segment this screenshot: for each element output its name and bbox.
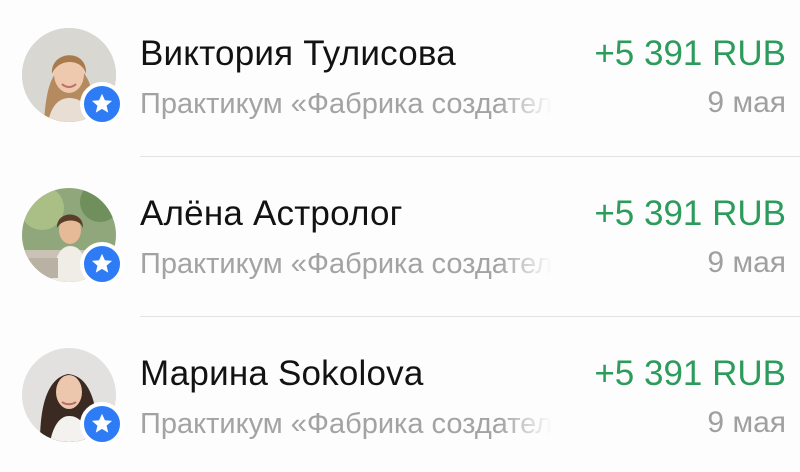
transaction-amount: +5 391 RUB	[594, 34, 786, 73]
transaction-date: 9 мая	[707, 246, 786, 279]
divider	[140, 156, 800, 157]
verified-badge	[80, 242, 124, 286]
transaction-amount: +5 391 RUB	[594, 354, 786, 393]
verified-badge	[80, 82, 124, 126]
contact-name: Виктория Тулисова	[140, 34, 456, 73]
transaction-date: 9 мая	[707, 86, 786, 119]
star-icon	[92, 253, 112, 273]
star-icon	[92, 93, 112, 113]
contact-name: Алёна Астролог	[140, 194, 403, 233]
verified-badge	[80, 402, 124, 446]
transaction-row[interactable]: Марина Sokolova Практикум «Фабрика созда…	[0, 324, 800, 472]
star-icon	[92, 413, 112, 433]
transaction-row[interactable]: Виктория Тулисова Практикум «Фабрика соз…	[0, 4, 800, 157]
transaction-date: 9 мая	[707, 406, 786, 439]
transaction-row[interactable]: Алёна Астролог Практикум «Фабрика создат…	[0, 164, 800, 317]
transaction-amount: +5 391 RUB	[594, 194, 786, 233]
transaction-description: Практикум «Фабрика создателей	[140, 88, 552, 120]
divider	[140, 316, 800, 317]
transaction-description: Практикум «Фабрика создателей	[140, 408, 552, 440]
transaction-list: Виктория Тулисова Практикум «Фабрика соз…	[0, 0, 800, 472]
transaction-description: Практикум «Фабрика создателей	[140, 248, 552, 280]
contact-name: Марина Sokolova	[140, 354, 424, 393]
